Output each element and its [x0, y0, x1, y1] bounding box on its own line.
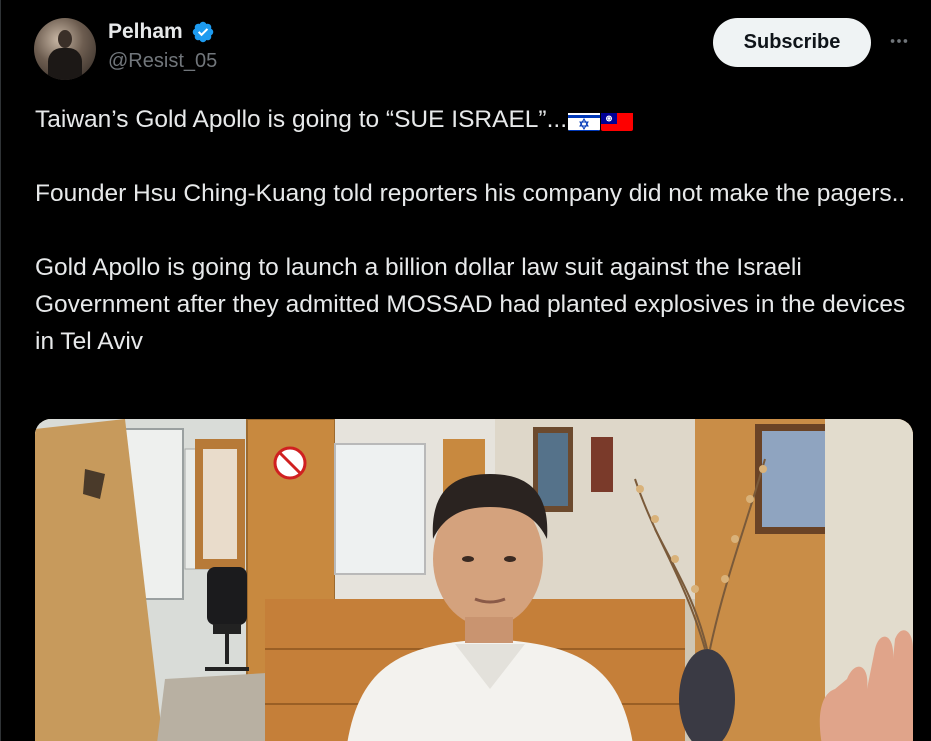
- author-handle[interactable]: @Resist_05: [108, 50, 217, 73]
- tweet-header: Pelham @Resist_05 Subscribe: [0, 0, 931, 90]
- tweet-line-1: Taiwan’s Gold Apollo is going to “SUE IS…: [35, 101, 915, 138]
- tweet-line-1-text: Taiwan’s Gold Apollo is going to “SUE IS…: [35, 106, 568, 133]
- avatar-figure-body: [48, 48, 82, 80]
- author-info: Pelham @Resist_05: [108, 20, 217, 73]
- tweet-text: Taiwan’s Gold Apollo is going to “SUE IS…: [35, 101, 915, 397]
- verified-badge-icon[interactable]: [191, 20, 215, 44]
- tweet-paragraph-3: Gold Apollo is going to launch a billion…: [35, 254, 906, 355]
- israel-flag-icon: [568, 109, 601, 131]
- avatar[interactable]: [34, 18, 96, 80]
- timeline-border: [0, 0, 1, 741]
- photo-illustration: [35, 419, 913, 741]
- tweet-photo[interactable]: [35, 419, 913, 741]
- subscribe-button[interactable]: Subscribe: [713, 18, 871, 67]
- taiwan-flag-icon: [601, 109, 634, 131]
- author-display-name[interactable]: Pelham: [108, 20, 183, 44]
- more-horizontal-icon[interactable]: [886, 28, 912, 54]
- avatar-figure-head: [58, 30, 72, 48]
- tweet-paragraph-2: Founder Hsu Ching-Kuang told reporters h…: [35, 180, 906, 207]
